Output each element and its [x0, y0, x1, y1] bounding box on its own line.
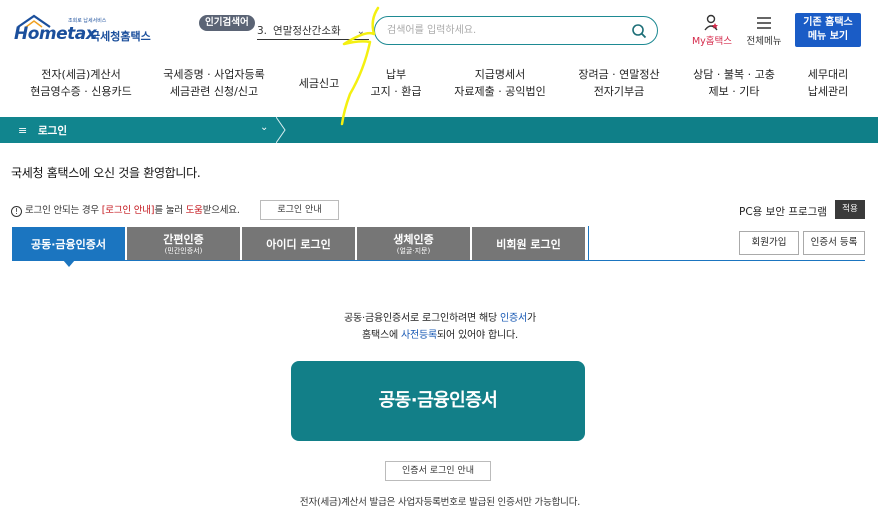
old-hometax-button[interactable]: 기존 홈택스 메뉴 보기: [795, 13, 861, 47]
popular-search-badge: 인기검색어: [199, 15, 255, 31]
description-text: 공동·금융인증서로 로그인하려면 해당: [344, 313, 500, 324]
location-dropdown[interactable]: ≡ 로그인 ⌄: [0, 117, 276, 143]
gnb-item-line2: 고지 · 환급: [370, 85, 422, 98]
search-icon[interactable]: [631, 23, 647, 39]
tab-simple-auth[interactable]: 간편인증 (민간인증서): [127, 227, 240, 261]
description-text: 되어 있어야 합니다.: [437, 330, 518, 341]
search-box: [374, 16, 658, 45]
search-input[interactable]: [387, 22, 617, 39]
gnb-item-line2: 현금영수증 · 신용카드: [30, 85, 132, 98]
login-guide-link[interactable]: [로그인 안내]: [102, 205, 155, 216]
tab-sublabel: (얼굴·지문): [396, 247, 431, 255]
description-highlight: 사전등록: [401, 330, 438, 341]
gnb-item-consulting[interactable]: 상담 · 불복 · 고충 제보 · 기타: [684, 66, 784, 106]
help-link[interactable]: 도움: [186, 205, 203, 216]
breadcrumb-separator-icon: [276, 117, 286, 143]
description-line1: 공동·금융인증서로 로그인하려면 해당 인증서가: [300, 310, 580, 327]
popular-search-rank: 3.: [257, 25, 268, 37]
tab-underline: [12, 260, 865, 261]
cert-register-button[interactable]: 인증서 등록: [803, 231, 865, 255]
gnb-item-line2: 전자기부금: [593, 85, 645, 98]
gnb-item-line2: 납세관리: [807, 85, 849, 98]
notice-prefix: 로그인 안되는 경우: [25, 205, 102, 216]
invoice-cert-footnote: 전자(세금)계산서 발급은 사업자등록번호로 발급된 인증서만 가능합니다.: [299, 497, 581, 508]
joint-financial-cert-login-button[interactable]: 공동·금융인증서: [291, 361, 585, 441]
logo-text: Hometax: [14, 24, 97, 44]
old-hometax-line2: 메뉴 보기: [807, 31, 849, 42]
login-guide-button[interactable]: 로그인 안내: [260, 200, 339, 220]
tab-joint-financial-cert[interactable]: 공동·금융인증서: [12, 227, 125, 261]
tab-label: 생체인증: [393, 233, 434, 246]
user-icon: [704, 14, 718, 31]
all-menu-label: 전체메뉴: [746, 36, 782, 47]
tab-border: [588, 226, 589, 261]
tab-id-login[interactable]: 아이디 로그인: [242, 227, 355, 261]
gnb-item-e-invoice[interactable]: 전자(세금)계산서 현금영수증 · 신용카드: [22, 66, 140, 106]
gnb-item-line1: 지급명세서: [474, 68, 526, 81]
description-text: 가: [526, 313, 536, 324]
hometax-logo[interactable]: 조회로 납세서비스 Hometax 국세청홈택스: [10, 14, 160, 46]
gnb-item-payment-statement[interactable]: 지급명세서 자료제출 · 공익법인: [446, 66, 554, 106]
tab-label: 공동·금융인증서: [30, 238, 107, 251]
gnb-item-certificates[interactable]: 국세증명 · 사업자등록 세금관련 신청/신고: [155, 66, 273, 106]
cert-login-guide-button[interactable]: 인증서 로그인 안내: [385, 461, 491, 481]
tab-non-member[interactable]: 비회원 로그인: [472, 227, 585, 261]
gnb-item-line1: 납부: [385, 68, 407, 81]
all-menu-button[interactable]: 전체메뉴: [744, 14, 784, 48]
my-hometax-label: My홈택스: [691, 36, 733, 47]
tab-biometric[interactable]: 생체인증 (얼굴·지문): [357, 227, 470, 261]
cert-login-description: 공동·금융인증서로 로그인하려면 해당 인증서가 홈택스에 사전등록되어 있어야…: [300, 310, 580, 344]
main-navigation: 전자(세금)계산서 현금영수증 · 신용카드 국세증명 · 사업자등록 세금관련…: [0, 66, 878, 106]
chevron-down-icon: ⌄: [260, 122, 269, 133]
notice-middle: 를 눌러: [154, 205, 186, 216]
active-tab-pointer-icon: [63, 260, 75, 267]
login-help-notice: ! 로그인 안되는 경우 [로그인 안내]를 눌러 도움받으세요.: [11, 202, 240, 217]
old-hometax-line1: 기존 홈택스: [803, 17, 853, 28]
welcome-message: 국세청 홈택스에 오신 것을 환영합니다.: [11, 166, 201, 180]
my-hometax-button[interactable]: My홈택스: [688, 14, 736, 48]
location-bar: ≡ 로그인 ⌄: [0, 117, 878, 143]
gnb-item-incentive[interactable]: 장려금 · 연말정산 전자기부금: [566, 66, 672, 106]
gnb-item-line1: 세금신고: [298, 77, 340, 90]
popular-search-item[interactable]: 3. 연말정산간소화 ⌄: [257, 22, 369, 40]
popular-search-text: 연말정산간소화: [273, 25, 341, 37]
gnb-item-line2: 자료제출 · 공익법인: [454, 85, 546, 98]
gnb-item-payment[interactable]: 납부 고지 · 환급: [360, 66, 432, 106]
gnb-item-line1: 장려금 · 연말정산: [578, 68, 660, 81]
gnb-item-tax-agent[interactable]: 세무대리 납세관리: [797, 66, 859, 106]
apply-security-button[interactable]: 적용: [835, 200, 865, 219]
tab-label: 간편인증: [163, 233, 204, 246]
hamburger-menu-icon: [757, 17, 771, 29]
gnb-item-line1: 전자(세금)계산서: [41, 68, 121, 81]
notice-suffix: 받으세요.: [202, 205, 240, 216]
gnb-item-line1: 국세증명 · 사업자등록: [163, 68, 265, 81]
tab-sublabel: (민간인증서): [164, 247, 203, 255]
pc-security-label: PC용 보안 프로그램: [739, 206, 827, 218]
tab-label: 아이디 로그인: [266, 238, 331, 251]
join-button[interactable]: 회원가입: [739, 231, 799, 255]
location-label: 로그인: [38, 125, 67, 137]
logo-tagline: 조회로 납세서비스: [68, 18, 107, 24]
description-line2: 홈택스에 사전등록되어 있어야 합니다.: [300, 327, 580, 344]
chevron-down-icon[interactable]: ⌄: [357, 23, 365, 41]
gnb-item-line1: 상담 · 불복 · 고충: [693, 68, 775, 81]
gnb-item-line2: 제보 · 기타: [708, 85, 760, 98]
description-highlight: 인증서: [499, 313, 527, 324]
warning-icon: !: [11, 206, 22, 217]
gnb-item-line1: 세무대리: [807, 68, 849, 81]
gnb-item-line2: 세금관련 신청/신고: [169, 85, 259, 98]
description-text: 홈택스에: [362, 330, 402, 341]
hamburger-menu-icon: ≡: [18, 124, 28, 137]
tab-label: 비회원 로그인: [496, 238, 561, 251]
logo-org-name: 국세청홈택스: [90, 30, 151, 43]
gnb-item-tax-filing[interactable]: 세금신고: [290, 66, 348, 106]
